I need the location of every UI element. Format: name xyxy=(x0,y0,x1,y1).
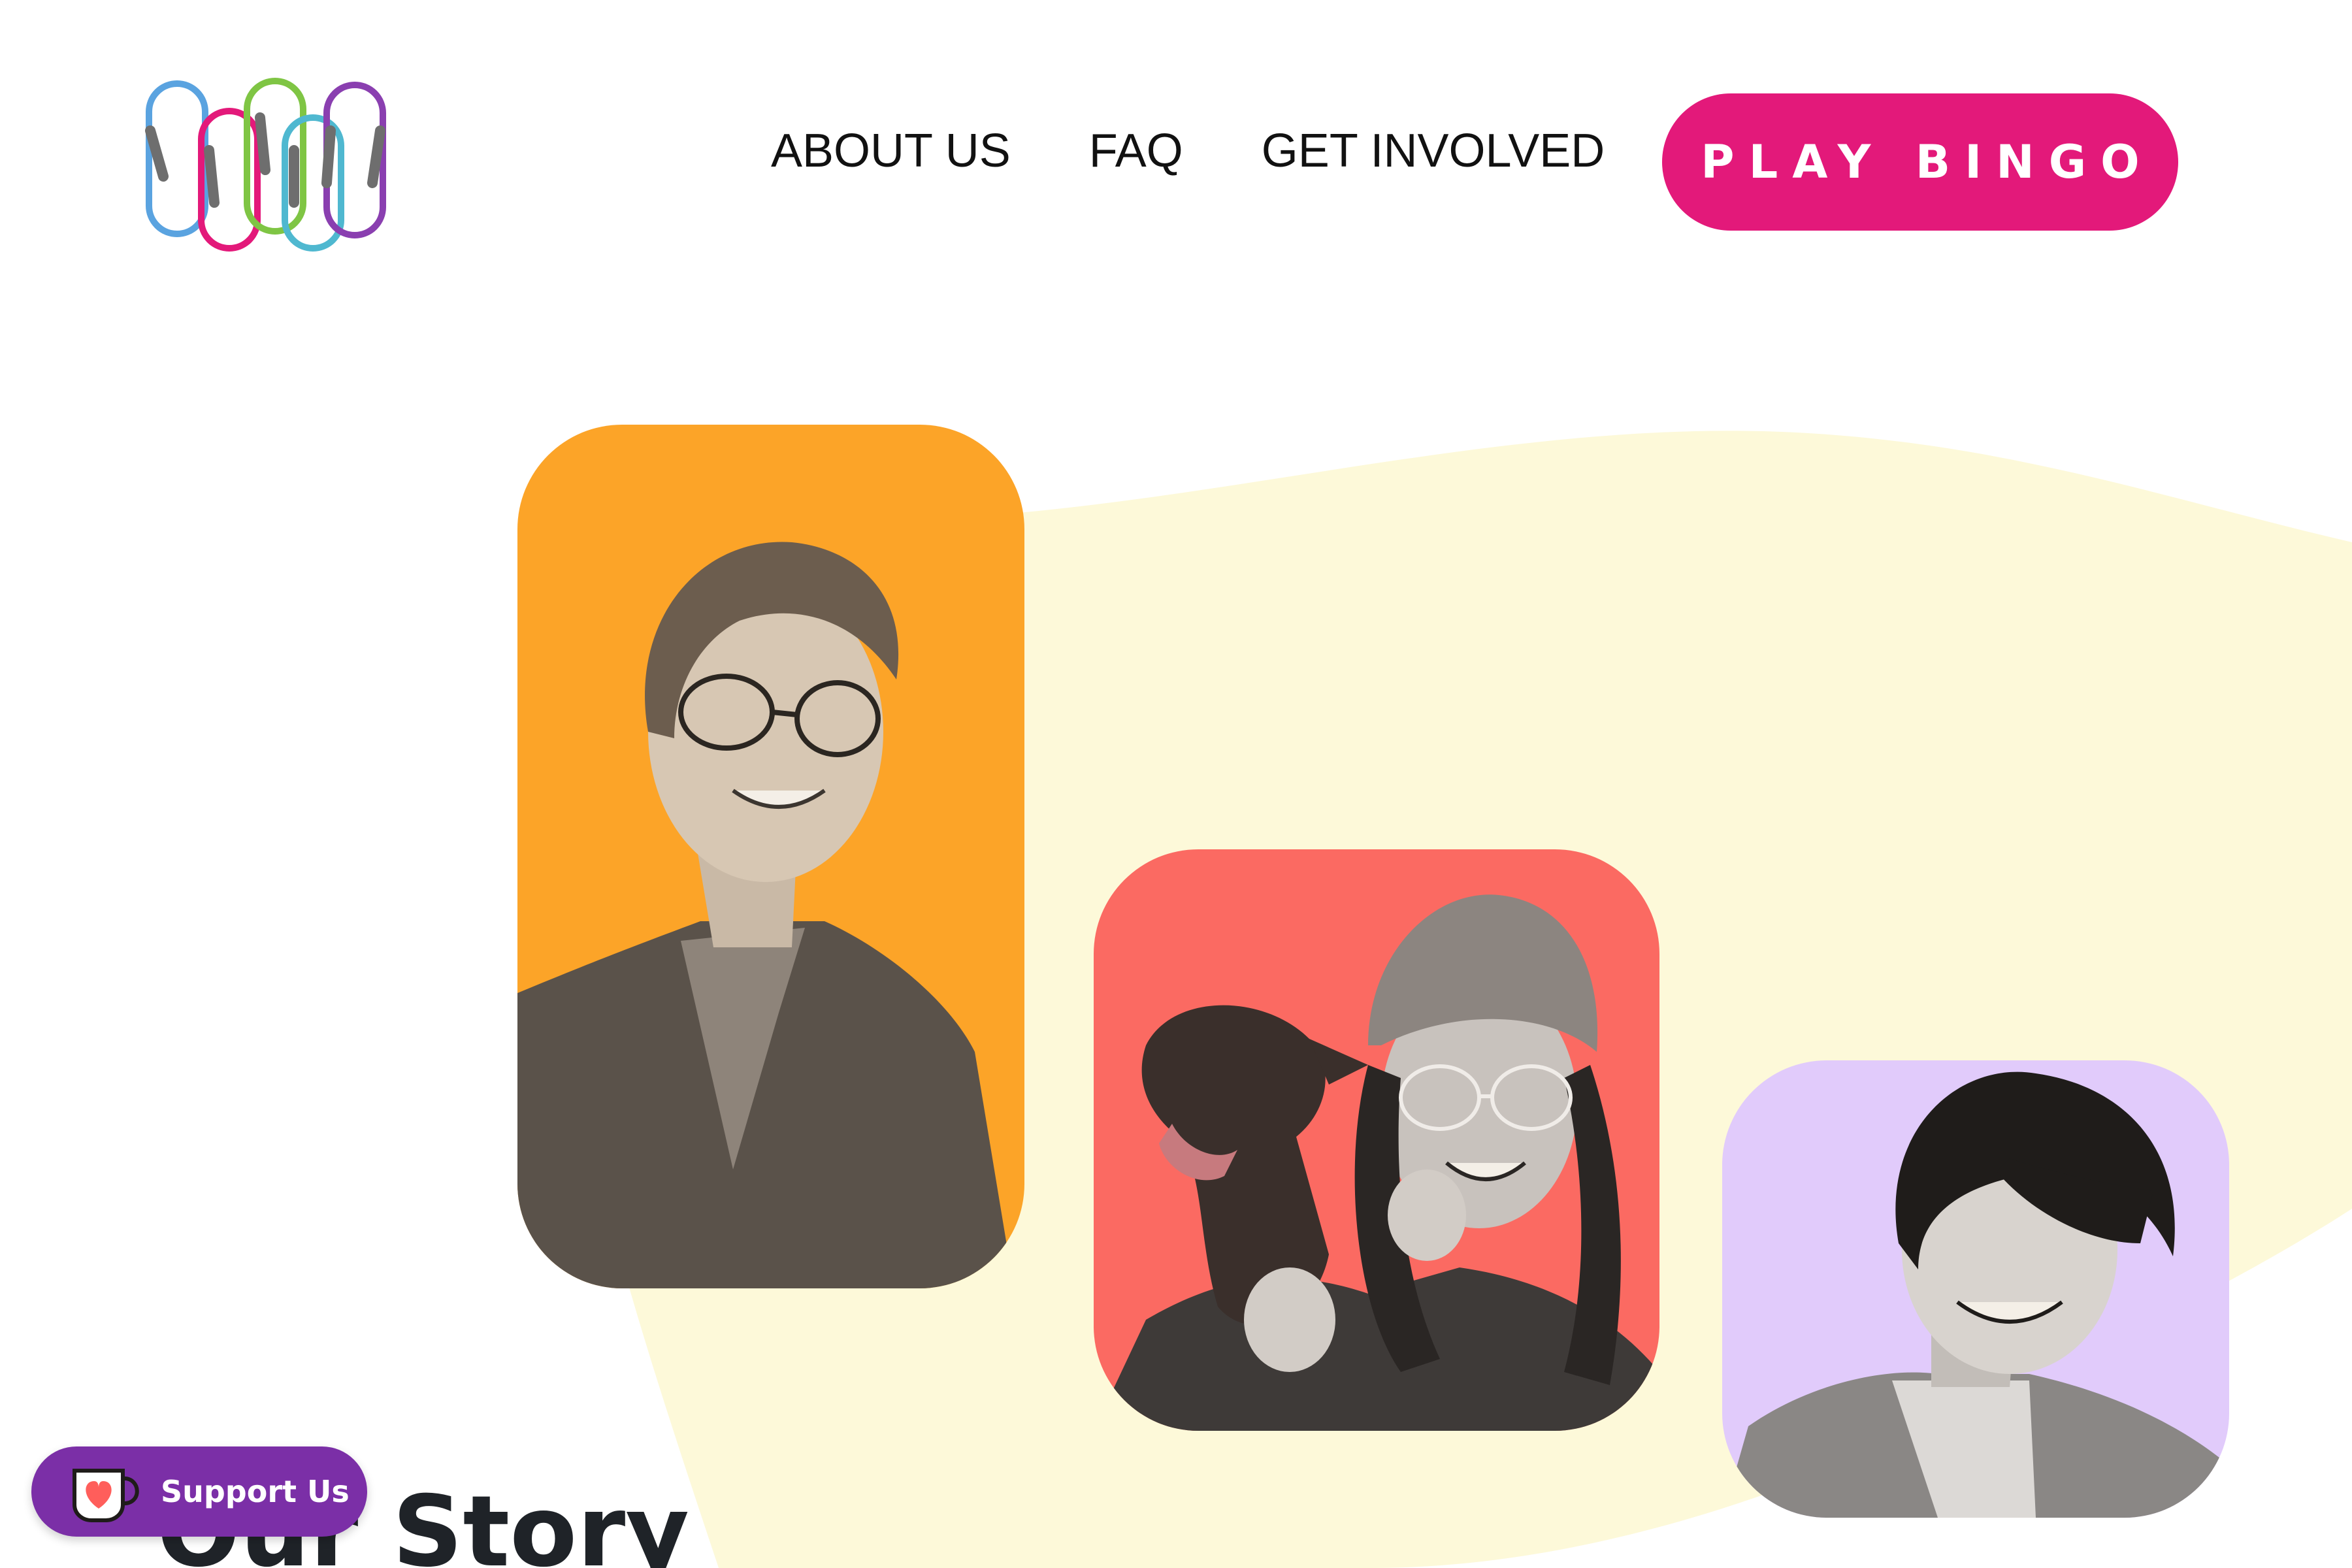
team-photo-card-2 xyxy=(1094,849,1659,1431)
team-photo-person-1 xyxy=(517,542,1014,1288)
support-us-label: Support Us xyxy=(161,1474,350,1509)
support-us-button[interactable]: Support Us xyxy=(31,1446,367,1537)
play-bingo-button[interactable]: PLAY BINGO xyxy=(1662,93,2178,231)
team-photo-card-3 xyxy=(1722,1060,2229,1518)
nav-get-involved-link[interactable]: GET INVOLVED xyxy=(1262,124,1605,178)
team-photo-person-2-with-dog xyxy=(1094,894,1659,1431)
nav-about-us-link[interactable]: ABOUT US xyxy=(771,124,1011,178)
team-photo-person-3 xyxy=(1722,1071,2229,1518)
page: ABOUT US FAQ GET INVOLVED PLAY BINGO Our… xyxy=(0,0,2352,1568)
ko-fi-cup-heart-icon xyxy=(73,1469,139,1522)
team-photo-card-1 xyxy=(517,425,1024,1288)
nav-faq-link[interactable]: FAQ xyxy=(1089,124,1183,178)
main-nav: ABOUT US FAQ GET INVOLVED xyxy=(771,124,1683,178)
carabiner-logo-icon[interactable] xyxy=(137,72,399,255)
